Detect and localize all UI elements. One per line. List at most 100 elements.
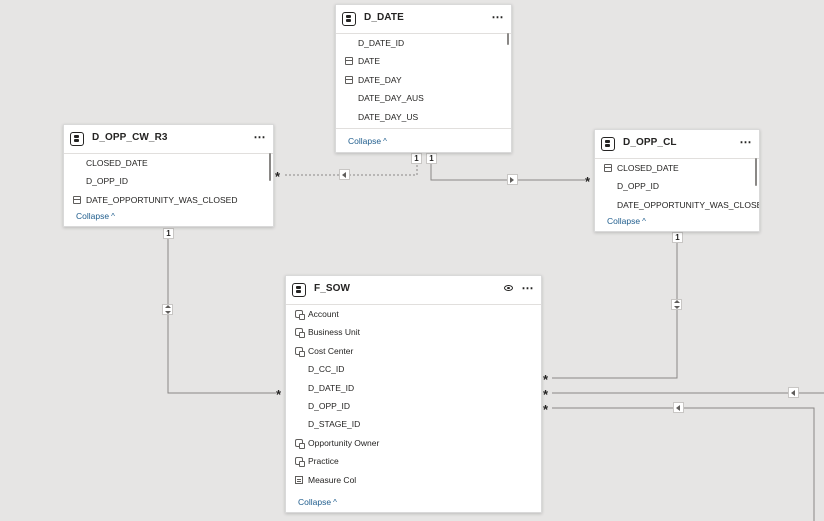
table-card-header[interactable]: D_OPP_CW_R3 ⋯ <box>64 125 273 154</box>
collapse-link[interactable]: Collapse ^ <box>348 136 387 146</box>
more-options-icon[interactable]: ⋯ <box>492 10 504 24</box>
filter-direction-marker[interactable] <box>673 402 684 413</box>
table-icon <box>70 132 84 146</box>
cardinality-one-label: 1 <box>672 232 683 243</box>
filter-direction-marker[interactable] <box>507 174 518 185</box>
field-item[interactable]: D_DATE_ID <box>286 379 541 397</box>
field-list[interactable]: D_DATE_ID DATE DATE_DAY DATE_DAY_AUS DAT… <box>336 34 511 127</box>
table-card-f-sow[interactable]: F_SOW ⋯ Account Business Unit Cost Cente… <box>285 275 542 513</box>
table-title: F_SOW <box>314 283 351 294</box>
chevron-up-icon: ^ <box>383 137 387 146</box>
table-card-d-opp-cw-r3[interactable]: D_OPP_CW_R3 ⋯ CLOSED_DATE D_OPP_ID DATE_… <box>63 124 274 227</box>
filter-direction-marker[interactable] <box>788 387 799 398</box>
relationship-date-to-opp-cw[interactable] <box>285 158 418 176</box>
collapse-label: Collapse <box>607 216 641 226</box>
calendar-icon <box>345 75 353 84</box>
scrollbar[interactable] <box>507 33 509 45</box>
hierarchy-icon <box>295 457 305 468</box>
field-name: CLOSED_DATE <box>617 163 679 173</box>
field-list[interactable]: CLOSED_DATE D_OPP_ID DATE_OPPORTUNITY_WA… <box>64 154 273 209</box>
collapse-link[interactable]: Collapse ^ <box>298 497 337 507</box>
field-list[interactable]: CLOSED_DATE D_OPP_ID DATE_OPPORTUNITY_WA… <box>595 159 759 214</box>
field-item[interactable]: Cost Center <box>286 342 541 360</box>
field-item[interactable]: D_OPP_ID <box>286 397 541 415</box>
collapse-link[interactable]: Collapse ^ <box>76 211 115 221</box>
field-name: D_OPP_ID <box>308 400 351 411</box>
table-card-d-date[interactable]: D_DATE ⋯ D_DATE_ID DATE DATE_DAY DATE_DA… <box>335 4 512 153</box>
calculator-icon <box>295 475 303 484</box>
field-item[interactable]: D_OPP_ID <box>595 177 759 195</box>
field-name: Opportunity Owner <box>308 437 380 448</box>
field-item[interactable]: Practice <box>286 452 541 470</box>
field-name: D_STAGE_ID <box>308 419 361 430</box>
scrollbar[interactable] <box>269 153 271 181</box>
cardinality-many-label: * <box>543 372 549 387</box>
cardinality-many-label: * <box>276 387 282 402</box>
table-title: D_OPP_CL <box>623 137 677 148</box>
table-icon <box>342 12 356 26</box>
field-name: DATE_DAY_US <box>358 111 419 122</box>
field-name: DATE_OPPORTUNITY_WAS_CLOSED <box>86 194 238 205</box>
field-item[interactable]: DATE_OPPORTUNITY_WAS_CLOSED <box>64 191 273 209</box>
field-item[interactable]: D_CC_ID <box>286 360 541 378</box>
field-name: Practice <box>308 456 339 467</box>
cardinality-many-label: * <box>543 402 549 417</box>
field-name: Account <box>308 309 339 319</box>
model-canvas[interactable]: 1 1 1 1 * * * * * * D_DATE ⋯ D_DATE_ID D… <box>0 0 824 521</box>
field-item[interactable]: Account <box>286 305 541 323</box>
field-item[interactable]: CLOSED_DATE <box>595 159 759 177</box>
field-item[interactable]: DATE_DAY <box>336 71 511 89</box>
filter-direction-marker[interactable] <box>339 169 350 180</box>
bidirectional-filter-marker[interactable] <box>671 299 682 310</box>
table-card-header[interactable]: F_SOW ⋯ <box>286 276 541 305</box>
field-name: DATE_OPPORTUNITY_WAS_CLOSED <box>617 199 759 210</box>
collapse-label: Collapse <box>298 497 332 507</box>
field-item[interactable]: DATE_OPPORTUNITY_WAS_CLOSED <box>595 196 759 214</box>
relationship-sow-offscreen-2[interactable] <box>552 407 815 521</box>
divider <box>336 128 511 129</box>
eye-icon[interactable] <box>504 285 513 291</box>
relationship-opp-cl-to-sow[interactable] <box>552 242 678 379</box>
calendar-icon <box>73 195 81 204</box>
cardinality-many-label: * <box>275 169 281 184</box>
field-name: Business Unit <box>308 327 360 338</box>
more-options-icon[interactable]: ⋯ <box>254 130 266 144</box>
field-item[interactable]: D_DATE_ID <box>336 34 511 52</box>
chevron-up-icon: ^ <box>333 498 337 507</box>
collapse-link[interactable]: Collapse ^ <box>607 216 646 226</box>
field-name: D_DATE_ID <box>308 382 355 393</box>
table-title: D_DATE <box>364 12 404 23</box>
field-item[interactable]: Business Unit <box>286 323 541 341</box>
table-card-header[interactable]: D_DATE ⋯ <box>336 5 511 34</box>
field-name: DATE <box>358 56 381 67</box>
bidirectional-filter-marker[interactable] <box>162 304 173 315</box>
field-item[interactable]: Opportunity Owner <box>286 434 541 452</box>
field-item[interactable]: DATE_DAY_AUS <box>336 89 511 107</box>
more-options-icon[interactable]: ⋯ <box>522 281 534 295</box>
hierarchy-icon <box>295 346 305 357</box>
field-item[interactable]: D_OPP_ID <box>64 172 273 190</box>
collapse-label: Collapse <box>76 211 110 221</box>
field-name: Cost Center <box>308 345 354 356</box>
relationship-opp-cw-to-sow[interactable] <box>167 238 276 394</box>
field-name: CLOSED_DATE <box>86 158 148 168</box>
field-item[interactable]: DATE_DAY_US <box>336 108 511 126</box>
field-item[interactable]: D_STAGE_ID <box>286 415 541 433</box>
calendar-icon <box>604 164 612 172</box>
field-name: D_DATE_ID <box>358 38 405 48</box>
field-name: D_OPP_ID <box>86 176 129 187</box>
hierarchy-icon <box>295 310 305 320</box>
calendar-icon <box>345 57 353 66</box>
cardinality-many-label: * <box>543 387 549 402</box>
scrollbar[interactable] <box>755 158 757 186</box>
table-card-d-opp-cl[interactable]: D_OPP_CL ⋯ CLOSED_DATE D_OPP_ID DATE_OPP… <box>594 129 760 232</box>
table-card-header[interactable]: D_OPP_CL ⋯ <box>595 130 759 159</box>
field-list[interactable]: Account Business Unit Cost Center D_CC_I… <box>286 305 541 490</box>
field-item[interactable]: CLOSED_DATE <box>64 154 273 172</box>
more-options-icon[interactable]: ⋯ <box>740 135 752 149</box>
field-item[interactable]: Measure Col <box>286 471 541 489</box>
field-item[interactable]: DATE <box>336 52 511 70</box>
cardinality-one-label: 1 <box>163 228 174 239</box>
field-name: DATE_DAY_AUS <box>358 93 424 104</box>
field-name: DATE_DAY <box>358 74 402 85</box>
